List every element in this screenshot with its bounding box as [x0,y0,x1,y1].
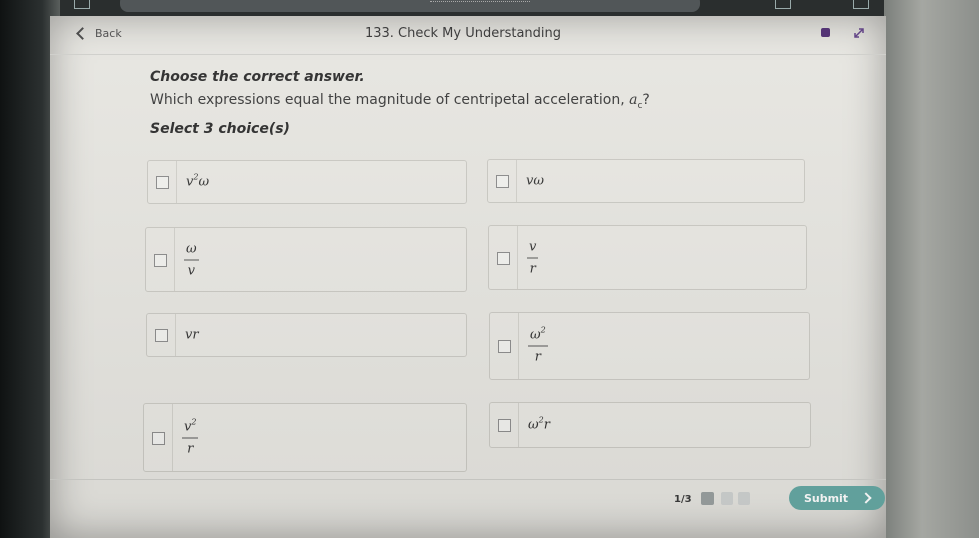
checkbox[interactable] [154,253,167,267]
choice-5[interactable]: vr [146,313,467,357]
choice-7[interactable]: v2 r [143,403,467,472]
choice-expression: vr [185,327,199,343]
page-title: 133. Check My Understanding [364,26,562,41]
choice-1[interactable]: v2ω [147,160,467,204]
checkbox[interactable] [497,251,510,265]
progress-segment-2 [721,492,733,505]
choice-expression: ω2r [528,325,548,365]
choice-8[interactable]: ω2r [489,402,811,448]
chevron-right-icon [860,492,872,504]
window-icon [775,0,791,9]
select-count-label: Select 3 choice(s) [150,121,290,137]
window-icon [74,0,90,9]
choice-2[interactable]: vω [487,159,805,203]
progress-segment-3 [738,492,750,505]
checkbox[interactable] [156,176,169,189]
expand-icon[interactable] [852,26,866,40]
choice-4[interactable]: vr [488,225,807,290]
checkbox[interactable] [498,419,511,432]
presentation-icon[interactable] [821,28,830,37]
choice-expression: ωv [184,241,199,278]
browser-tab-strip [120,0,700,12]
submit-button[interactable]: Submit [789,486,885,510]
page-header: Back 133. Check My Understanding [50,16,886,55]
checkbox[interactable] [496,175,509,188]
choice-expression: v2 r [182,417,199,456]
checkbox[interactable] [152,431,165,445]
choice-6[interactable]: ω2 r [489,312,810,380]
choice-expression: v2ω [186,172,210,190]
question-instruction: Choose the correct answer. [150,69,365,85]
choice-expression: vr [527,239,539,276]
checkbox[interactable] [155,329,168,342]
progress-count: 1/3 [674,494,692,505]
question-prompt: Which expressions equal the magnitude of… [150,92,650,111]
progress-segment-1 [701,492,714,505]
footer-divider [50,479,886,480]
choice-3[interactable]: ωv [145,227,467,292]
address-bar [430,1,530,8]
device-top-bar [0,0,979,16]
checkbox[interactable] [498,340,511,353]
app-screen: Back 133. Check My Understanding Choose … [50,16,886,538]
window-icon [853,0,869,9]
device-frame-right [884,0,979,538]
choice-expression: ω2r [528,415,550,433]
choice-expression: vω [526,173,544,189]
